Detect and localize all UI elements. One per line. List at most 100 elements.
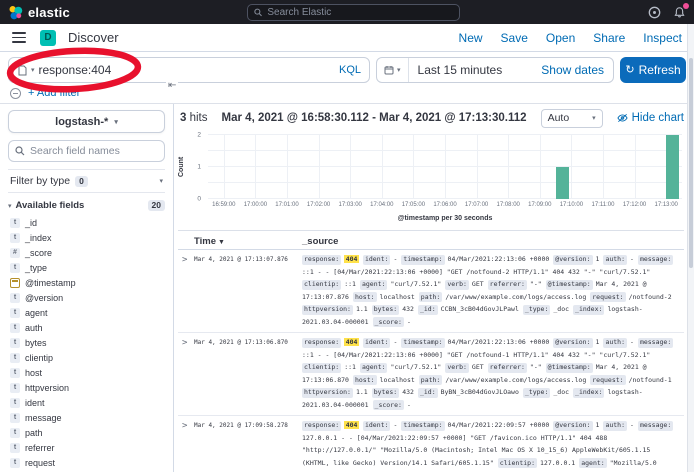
field-value: 1 (596, 338, 600, 346)
calendar-icon (384, 65, 394, 75)
open-button[interactable]: Open (546, 31, 575, 45)
field-name: _score (25, 248, 52, 258)
index-pattern-select[interactable]: logstash-* ▾ (8, 110, 165, 133)
x-axis-label: @timestamp per 30 seconds (208, 215, 682, 222)
saved-query-icon[interactable] (17, 65, 27, 76)
x-tick-label: 17:06:00 (433, 202, 456, 208)
field-item-_index[interactable]: t_index (8, 230, 165, 245)
field-badge: _type: (523, 388, 550, 398)
field-value: 1 (596, 255, 600, 263)
field-item-httpversion[interactable]: thttpversion (8, 380, 165, 395)
refresh-icon: ↻ (625, 65, 634, 76)
filter-by-type[interactable]: Filter by type 0 ▾ (8, 169, 165, 193)
field-item-@timestamp[interactable]: @timestamp (8, 275, 165, 290)
refresh-button[interactable]: ↻ Refresh (620, 57, 686, 83)
query-input-box[interactable]: ▾ KQL (8, 57, 370, 83)
time-column-header[interactable]: Time▼ (194, 236, 302, 247)
query-input[interactable] (39, 63, 335, 77)
field-value: 04/Mar/2021:22:09:57 +0000 (448, 421, 550, 429)
field-badge: timestamp: (401, 421, 444, 431)
field-badge: _id: (418, 305, 438, 315)
field-item-clientip[interactable]: tclientip (8, 350, 165, 365)
search-icon (15, 146, 25, 156)
available-fields-header[interactable]: ▾ Available fields 20 (8, 200, 165, 211)
x-tick-label: 17:13:00 (655, 202, 678, 208)
field-name: path (25, 428, 43, 438)
gridline-v (224, 135, 225, 199)
row-source: response:404ident:-timestamp:04/Mar/2021… (302, 419, 684, 472)
filter-options-icon[interactable] (10, 88, 21, 99)
new-button[interactable]: New (459, 31, 483, 45)
collapse-sidebar-icon[interactable]: ⇤ (166, 80, 178, 91)
chevron-down-icon: ▾ (592, 114, 596, 122)
quick-select-button[interactable]: ▾ (377, 58, 409, 82)
histogram-bar[interactable] (556, 167, 569, 199)
field-item-message[interactable]: tmessage (8, 410, 165, 425)
field-badge: @version: (553, 421, 592, 431)
inspect-button[interactable]: Inspect (643, 31, 682, 45)
interval-select[interactable]: Auto ▾ (541, 109, 603, 128)
main-panel: 3 hits Mar 4, 2021 @ 16:58:30.112 - Mar … (174, 104, 694, 472)
field-badge: verb: (445, 280, 469, 290)
expand-row-icon[interactable]: > (178, 253, 194, 328)
field-item-request[interactable]: trequest (8, 455, 165, 470)
chevron-down-icon[interactable]: ▾ (31, 66, 35, 74)
field-badge: httpversion: (302, 305, 353, 315)
chevron-down-icon: ▾ (397, 66, 401, 74)
time-range-value[interactable]: Last 15 minutes (409, 63, 512, 77)
hits-toolbar: 3 hits Mar 4, 2021 @ 16:58:30.112 - Mar … (178, 107, 684, 129)
x-tick-label: 17:09:00 (528, 202, 551, 208)
histogram-bar[interactable] (666, 135, 679, 199)
eye-slash-icon (617, 113, 628, 123)
field-type-icon: t (10, 413, 20, 423)
field-type-icon: t (10, 308, 20, 318)
field-value: ::1 - - [04/Mar/2021:22:13:06 +0000] "GE… (302, 268, 650, 276)
field-badge: auth: (603, 255, 627, 265)
field-item-_id[interactable]: t_id (8, 215, 165, 230)
notifications-button[interactable] (673, 6, 686, 19)
global-search-input[interactable] (267, 7, 453, 18)
hide-chart-button[interactable]: Hide chart (617, 112, 684, 124)
menu-icon[interactable] (12, 32, 26, 43)
chevron-down-icon: ▾ (8, 202, 12, 210)
field-type-icon: t (10, 218, 20, 228)
field-search-input[interactable] (30, 145, 158, 157)
field-type-icon: t (10, 233, 20, 243)
field-item-bytes[interactable]: tbytes (8, 335, 165, 350)
field-item-@version[interactable]: t@version (8, 290, 165, 305)
field-item-path[interactable]: tpath (8, 425, 165, 440)
field-item-agent[interactable]: tagent (8, 305, 165, 320)
global-search[interactable] (247, 4, 460, 21)
save-button[interactable]: Save (501, 31, 528, 45)
elastic-logo[interactable]: elastic (8, 5, 70, 20)
field-item-auth[interactable]: tauth (8, 320, 165, 335)
add-filter-button[interactable]: + Add filter (28, 87, 80, 99)
scrollbar-thumb[interactable] (689, 58, 693, 268)
fields-sidebar: logstash-* ▾ Filter by type 0 ▾ ▾ Availa… (0, 104, 174, 472)
scrollbar[interactable] (687, 24, 694, 472)
field-item-_type[interactable]: t_type (8, 260, 165, 275)
query-language-button[interactable]: KQL (339, 64, 361, 76)
expand-row-icon[interactable]: > (178, 336, 194, 411)
field-value: - (407, 401, 411, 409)
y-tick-label: 2 (197, 132, 201, 139)
highlighted-value: 404 (344, 255, 359, 263)
field-value: GET (472, 363, 484, 371)
field-badge: _id: (418, 388, 438, 398)
field-item-host[interactable]: thost (8, 365, 165, 380)
field-item-_score[interactable]: # _score (8, 245, 165, 260)
expand-row-icon[interactable]: > (178, 419, 194, 472)
x-tick-label: 17:12:00 (623, 202, 646, 208)
row-time: Mar 4, 2021 @ 17:13:07.876 (194, 253, 302, 328)
x-tick-label: 17:04:00 (370, 202, 393, 208)
field-search-box[interactable] (8, 140, 165, 162)
share-button[interactable]: Share (593, 31, 625, 45)
field-type-icon: t (10, 428, 20, 438)
show-dates-button[interactable]: Show dates (541, 63, 613, 77)
field-item-ident[interactable]: tident (8, 395, 165, 410)
field-badge: _index: (573, 388, 604, 398)
field-type-icon: # (10, 248, 20, 258)
x-tick-label: 17:10:00 (560, 202, 583, 208)
help-icon[interactable] (648, 6, 661, 19)
field-item-referrer[interactable]: treferrer (8, 440, 165, 455)
